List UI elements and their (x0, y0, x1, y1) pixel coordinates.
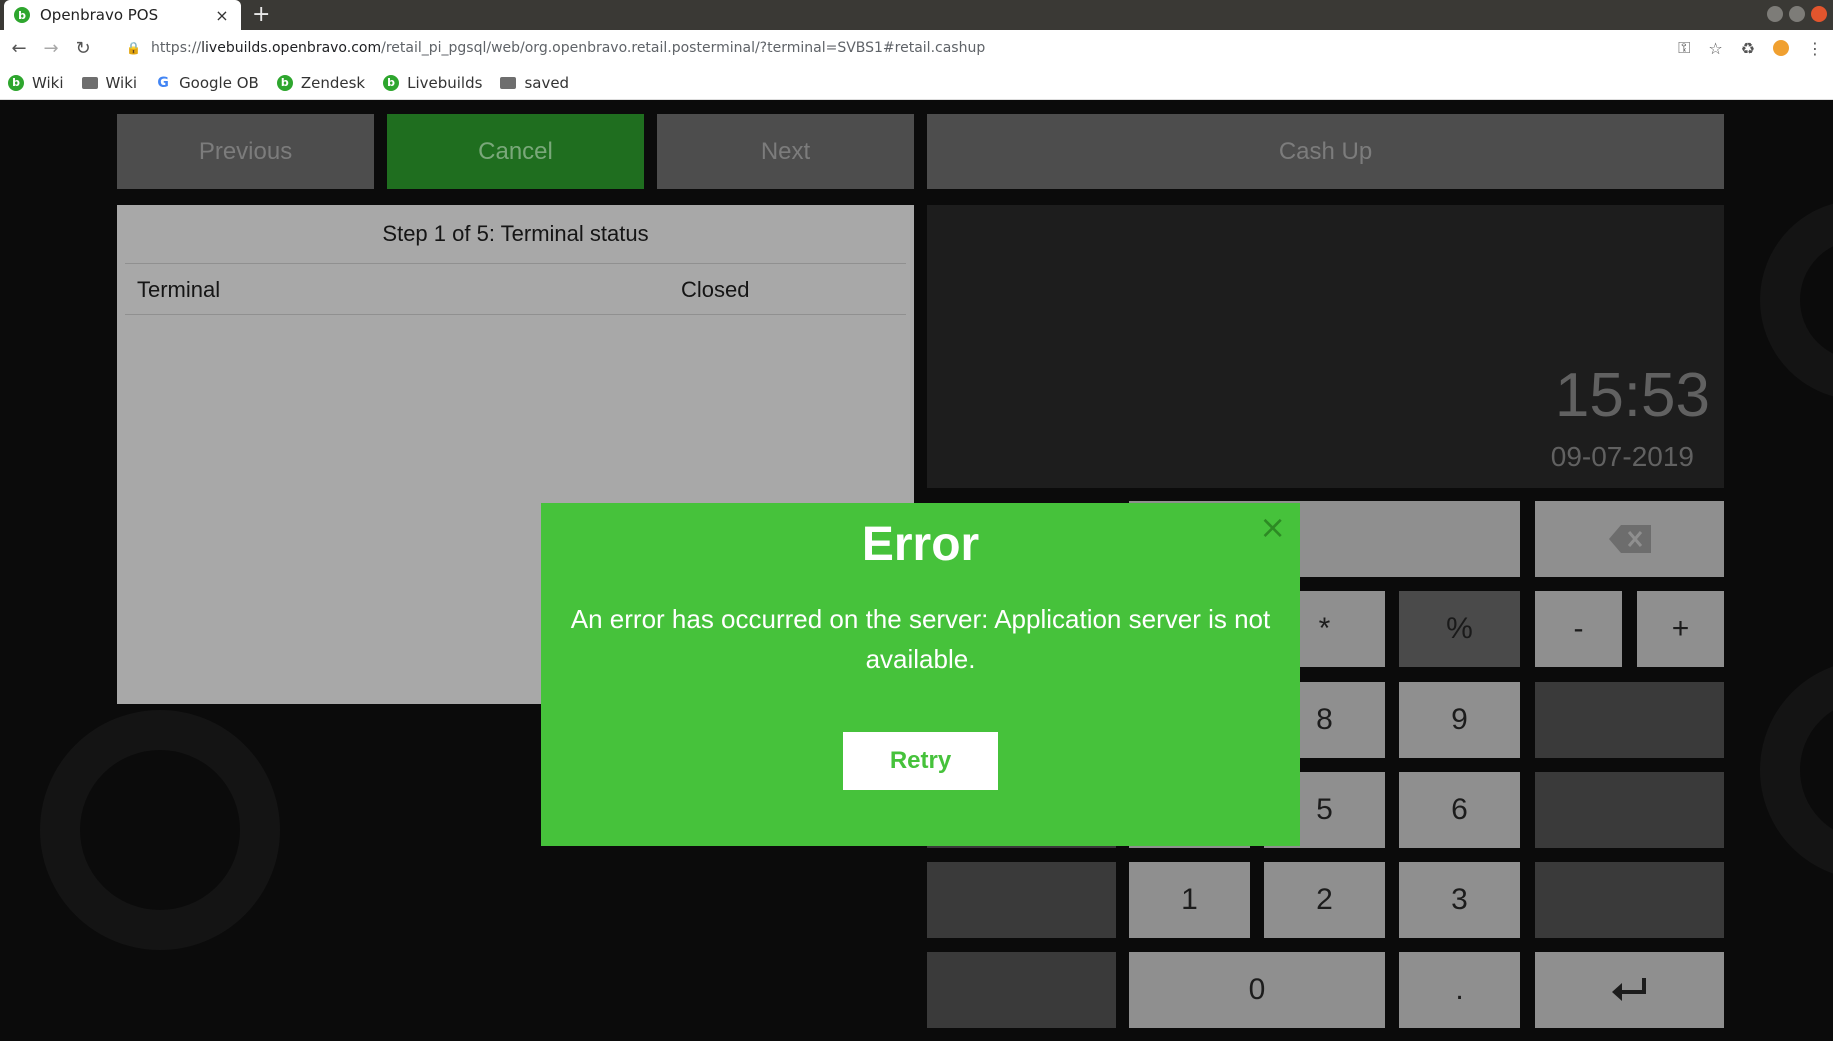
minus-key[interactable]: - (1535, 591, 1622, 667)
background-decoration (1760, 200, 1833, 400)
bookmark-saved[interactable]: saved (500, 74, 569, 92)
url-path: /retail_pi_pgsql/web/org.openbravo.retai… (381, 40, 986, 56)
openbravo-icon: b (276, 74, 293, 91)
background-decoration (1760, 660, 1833, 880)
cash-up-button[interactable]: Cash Up (927, 114, 1724, 189)
key-3[interactable]: 3 (1399, 862, 1520, 938)
key-6[interactable]: 6 (1399, 772, 1520, 848)
bookmark-label: Wiki (32, 73, 64, 92)
new-tab-button[interactable]: + (252, 2, 270, 28)
clock-time: 15:53 (1554, 361, 1710, 430)
folder-icon (81, 76, 98, 89)
openbravo-icon: b (8, 74, 24, 91)
bookmark-wiki-2[interactable]: Wiki (81, 73, 138, 92)
key-icon[interactable]: ⚿ (1678, 38, 1690, 58)
bookmark-star-icon[interactable]: ☆ (1708, 39, 1722, 58)
openbravo-favicon-icon: b (14, 7, 30, 23)
terminal-status-row: Terminal Closed (125, 264, 906, 315)
key-9[interactable]: 9 (1399, 682, 1520, 758)
forward-arrow-icon[interactable]: → (38, 38, 64, 59)
recycle-extension-icon[interactable]: ♻ (1741, 39, 1755, 58)
minimize-window-icon[interactable] (1767, 6, 1783, 22)
bookmark-label: Livebuilds (407, 73, 483, 92)
bookmark-label: Google OB (179, 73, 259, 92)
percent-key[interactable]: % (1399, 591, 1520, 667)
dialog-title: Error (861, 518, 980, 571)
function-key-right-3[interactable] (1535, 862, 1724, 938)
decimal-key[interactable]: . (1399, 952, 1520, 1028)
enter-icon (1611, 978, 1646, 1001)
key-2[interactable]: 2 (1264, 862, 1385, 938)
lock-icon[interactable]: 🔒 (126, 41, 141, 55)
bookmark-label: Wiki (105, 73, 138, 92)
enter-key[interactable] (1535, 952, 1724, 1028)
step-header: Step 1 of 5: Terminal status (125, 205, 906, 264)
bookmark-zendesk[interactable]: b Zendesk (276, 73, 366, 92)
plus-key[interactable]: + (1637, 591, 1724, 667)
address-bar[interactable]: https://livebuilds.openbravo.com/retail_… (151, 40, 985, 56)
bookmarks-bar: b Wiki Wiki G Google OB b Zendesk b Livebuil… (0, 66, 1833, 100)
retry-button[interactable]: Retry (843, 732, 998, 790)
key-0[interactable]: 0 (1129, 952, 1385, 1028)
extension-icon[interactable] (1773, 40, 1789, 56)
error-dialog: × Error An error has occurred on the ser… (541, 503, 1300, 846)
reload-icon[interactable]: ↻ (70, 38, 96, 59)
bookmark-label: Zendesk (300, 73, 366, 92)
pos-app: Previous Cancel Next Cash Up Step 1 of 5… (0, 100, 1833, 1041)
browser-tab[interactable]: b Openbravo POS × (4, 0, 241, 30)
next-button[interactable]: Next (657, 114, 914, 189)
folder-icon (500, 76, 517, 89)
back-arrow-icon[interactable]: ← (6, 38, 32, 59)
backspace-key[interactable] (1535, 501, 1724, 577)
browser-tab-bar: b Openbravo POS × + (0, 0, 1833, 30)
cancel-button[interactable]: Cancel (387, 114, 644, 189)
google-icon: G (157, 74, 169, 91)
clock-panel: 15:53 09-07-2019 (927, 205, 1724, 488)
bookmark-google-ob[interactable]: G Google OB (155, 74, 259, 92)
url-scheme: https:// (150, 40, 202, 56)
function-key-right-2[interactable] (1535, 772, 1724, 848)
clock-date: 09-07-2019 (1550, 441, 1694, 472)
row-value: Closed (681, 277, 750, 302)
bookmark-label: saved (524, 73, 570, 92)
background-decoration (40, 710, 280, 950)
bookmark-wiki-1[interactable]: b Wiki (8, 74, 64, 92)
function-key-3[interactable] (927, 862, 1116, 938)
close-window-icon[interactable] (1811, 6, 1827, 22)
browser-toolbar: ← → ↻ 🔒 https://livebuilds.openbravo.com… (0, 30, 1833, 66)
bookmark-livebuilds[interactable]: b Livebuilds (383, 74, 482, 92)
function-key-right-1[interactable] (1535, 682, 1724, 758)
previous-button[interactable]: Previous (117, 114, 374, 189)
tab-title: Openbravo POS (40, 6, 159, 24)
maximize-window-icon[interactable] (1789, 6, 1805, 22)
key-1[interactable]: 1 (1129, 862, 1250, 938)
window-controls (1767, 6, 1827, 22)
toolbar-actions: ⚿ ☆ ♻ ⋮ (1678, 30, 1823, 66)
menu-dots-icon[interactable]: ⋮ (1807, 39, 1823, 58)
openbravo-icon: b (383, 74, 400, 91)
dialog-message: An error has occurred on the server: App… (570, 604, 1271, 674)
url-host: livebuilds.openbravo.com (201, 40, 382, 56)
tab-close-icon[interactable]: × (213, 6, 231, 25)
backspace-icon (1608, 525, 1651, 553)
row-label: Terminal (137, 277, 221, 302)
function-key-4[interactable] (927, 952, 1116, 1028)
